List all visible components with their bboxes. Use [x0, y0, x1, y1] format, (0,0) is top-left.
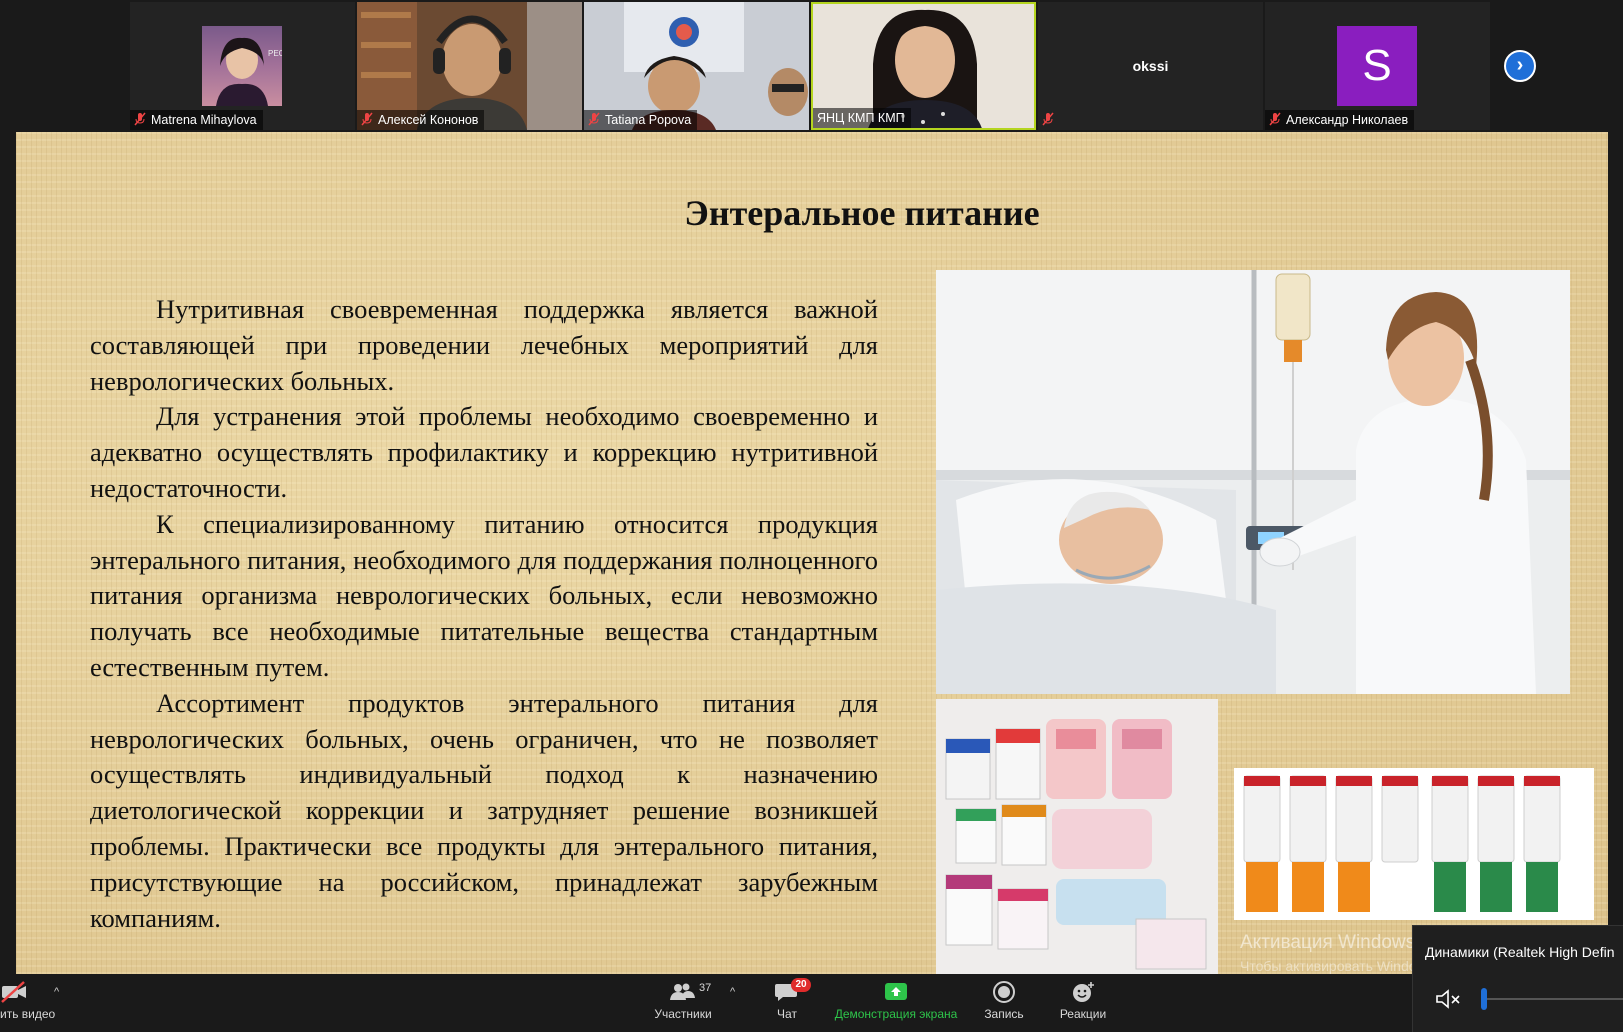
speaker-device-name: Динамики (Realtek High Defin — [1425, 944, 1615, 960]
mic-off-icon — [1269, 112, 1281, 126]
slide-paragraph: Для устранения этой проблемы необходимо … — [90, 401, 878, 503]
participant-avatar-letter: S — [1337, 26, 1417, 106]
participant-avatar: PEC — [202, 26, 285, 106]
participant-tile[interactable]: PEC Matrena Mihaylova — [130, 2, 355, 130]
participant-tile-active-speaker[interactable]: ЯНЦ КМП КМП — [811, 2, 1036, 130]
participant-name-label: okssi — [1132, 58, 1169, 74]
next-page-button[interactable]: › — [1504, 50, 1536, 82]
share-screen-button[interactable]: Демонстрация экрана — [830, 974, 962, 1031]
participant-tile[interactable]: Tatiana Popova — [584, 2, 809, 130]
mic-off-icon — [361, 112, 373, 126]
shared-screen-slide: Энтеральное питание Нутритивная своеврем… — [16, 132, 1608, 974]
patient-nurse-photo — [936, 270, 1570, 694]
start-video-button[interactable]: ить видео — [0, 974, 60, 1031]
video-options-caret[interactable]: ^ — [54, 986, 59, 998]
participant-name: ЯНЦ КМП КМП — [813, 108, 911, 128]
enteral-bags-photo — [1234, 768, 1594, 920]
record-button[interactable]: Запись — [980, 974, 1028, 1031]
meeting-toolbar: ить видео ^ 37 Участники ^ 20 Чат Демонс… — [0, 974, 1623, 1031]
slide-body: Нутритивная своевременная поддержка явля… — [90, 292, 878, 936]
slide-paragraph: Ассортимент продуктов энтерального питан… — [90, 687, 878, 933]
participant-name: Matrena Mihaylova — [130, 110, 263, 130]
participant-tile[interactable]: okssi — [1038, 2, 1263, 130]
speaker-volume-popup: Динамики (Realtek High Defin — [1412, 925, 1623, 1032]
speaker-muted-icon[interactable] — [1435, 988, 1461, 1010]
participants-options-caret[interactable]: ^ — [730, 986, 735, 998]
participant-tile[interactable]: S Александр Николаев — [1265, 2, 1490, 130]
chat-icon: 20 — [773, 978, 811, 1004]
chevron-right-icon: › — [1516, 54, 1524, 76]
reactions-icon — [1073, 982, 1094, 1002]
participant-name: Александр Николаев — [1265, 110, 1415, 130]
participant-mic-status — [1038, 110, 1065, 130]
record-icon — [993, 981, 1015, 1003]
participant-tile[interactable]: Алексей Кононов — [357, 2, 582, 130]
video-off-icon — [1, 981, 26, 1003]
svg-text:PEC: PEC — [268, 49, 282, 58]
reactions-button[interactable]: Реакции — [1056, 974, 1110, 1031]
share-screen-icon — [885, 983, 907, 1000]
participant-name: Tatiana Popova — [584, 110, 698, 130]
mic-off-icon — [1042, 112, 1054, 126]
volume-slider-thumb[interactable] — [1481, 988, 1487, 1010]
slide-paragraph: Нутритивная своевременная поддержка явля… — [90, 294, 878, 396]
participant-strip: PEC Matrena Mihaylova Алексей Кононов Ta… — [0, 0, 1623, 132]
chat-button[interactable]: 20 Чат — [770, 974, 811, 1031]
participants-count: 37 — [699, 982, 712, 994]
volume-slider-track[interactable] — [1483, 998, 1623, 1000]
enteral-products-photo — [936, 699, 1218, 974]
windows-activation-watermark: Активация Windows — [1240, 932, 1416, 953]
mic-off-icon — [134, 112, 146, 126]
participants-button[interactable]: 37 Участники — [650, 974, 716, 1031]
slide-title: Энтеральное питание — [684, 193, 1040, 233]
slide-paragraph: К специализированному питанию относится … — [90, 508, 878, 682]
chat-unread-badge: 20 — [791, 978, 811, 992]
participants-icon: 37 — [669, 980, 711, 1004]
mic-off-icon — [588, 112, 600, 126]
participant-name: Алексей Кононов — [357, 110, 485, 130]
